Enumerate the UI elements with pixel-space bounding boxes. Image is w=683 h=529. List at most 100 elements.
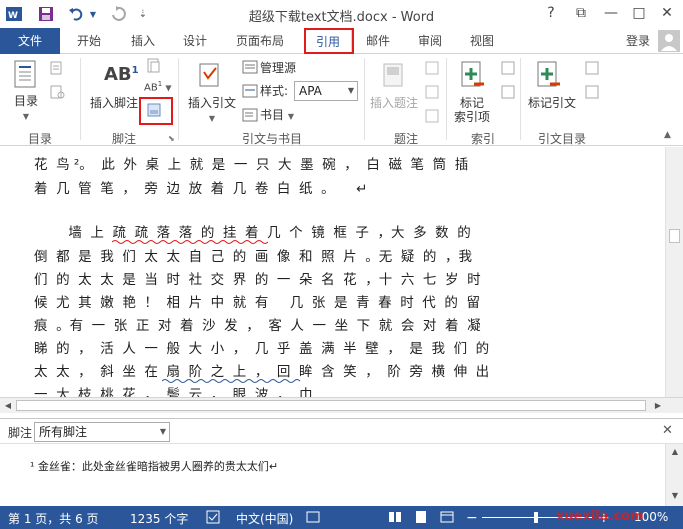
page-count[interactable]: 第 1 页，共 6 页 [8, 510, 99, 527]
help-button[interactable]: ? [538, 2, 564, 24]
update-figures-icon[interactable] [424, 84, 440, 103]
tab-insert[interactable]: 插入 [120, 28, 166, 54]
horizontal-scrollbar[interactable]: ◀ ▶ [0, 397, 683, 413]
tab-mailings[interactable]: 邮件 [358, 28, 398, 54]
add-text-icon[interactable] [50, 60, 66, 79]
collapse-ribbon-icon[interactable]: ▲ [664, 130, 671, 140]
avatar[interactable] [658, 30, 680, 52]
zoom-out-button[interactable]: − [466, 510, 478, 526]
next-footnote-icon[interactable]: AB1 ▼ [144, 80, 172, 93]
scrollbar-thumb[interactable] [16, 400, 646, 411]
captions-group-label: 题注 [393, 132, 418, 146]
scroll-up-icon[interactable]: ▲ [669, 444, 681, 460]
status-bar: 第 1 页，共 6 页 1235 个字 中文(中国) − + 100% xuex… [0, 506, 683, 529]
doc-line: 太 太 ， 斜 坐 在 扇 阶 之 上 ， 回 眸 含 笑 ， 阶 旁 横 伸 … [34, 364, 490, 380]
insert-table-of-figures-icon[interactable] [424, 60, 440, 79]
insert-index-icon[interactable] [500, 60, 516, 79]
doc-line: 睇 的 ， 活 人 一 般 大 小 ， 几 乎 盖 满 半 壁 ， 是 我 们 … [34, 341, 490, 357]
dialog-launcher-icon[interactable]: ⬊ [168, 134, 175, 143]
macro-record-icon[interactable] [306, 510, 320, 527]
mark-citation-button[interactable]: 标记引文 [524, 96, 580, 110]
watermark-text: xuexila.com [556, 509, 644, 524]
index-group-label: 索引 [470, 132, 495, 146]
ribbon-separator [446, 58, 447, 140]
bibliography-button[interactable]: 书目 ▼ [260, 108, 294, 124]
footnote-pane-label: 脚注 [8, 426, 33, 440]
toa-group-label: 引文目录 [537, 132, 586, 146]
insert-footnote-button[interactable]: 插入脚注 [88, 96, 140, 110]
tab-view[interactable]: 视图 [462, 28, 502, 54]
spellcheck-underline [112, 240, 269, 244]
mark-entry-button[interactable]: 标记 索引项 [448, 96, 496, 124]
doc-line: 墙 上 疏 疏 落 落 的 挂 着 几 个 镜 框 子 ，大 多 数 的 [34, 225, 471, 241]
update-table-icon[interactable] [50, 84, 66, 103]
toc-button-label: 目录 [13, 94, 38, 108]
bibliography-label: 书目 [260, 108, 285, 122]
insert-footnote-icon: AB1 [104, 64, 139, 85]
manage-sources-button[interactable]: 管理源 [260, 61, 296, 75]
ribbon-tab-bar: 文件 开始 插入 设计 页面布局 引用 邮件 审阅 视图 登录 [0, 28, 683, 54]
close-button[interactable]: ✕ [654, 2, 680, 24]
chevron-down-icon: ▼ [159, 427, 166, 436]
insert-citation-button[interactable]: 插入引文 ▼ [186, 96, 238, 126]
zoom-slider-thumb[interactable] [534, 512, 538, 523]
proofing-icon[interactable] [206, 510, 220, 527]
citation-style-value: APA [299, 84, 322, 98]
footnote-pane-header: 脚注 所有脚注 ▼ ✕ [0, 418, 683, 444]
document-canvas[interactable]: 花 鸟 ²。 此 外 桌 上 就 是 一 只 大 墨 碗 ， 白 磁 笔 筒 插… [0, 147, 665, 397]
ribbon-display-options-button[interactable]: ⧉ [568, 2, 594, 24]
tab-review[interactable]: 审阅 [410, 28, 450, 54]
insert-endnote-icon[interactable] [146, 58, 162, 77]
ribbon-separator [364, 58, 365, 140]
footnotes-group-label: 脚注 [111, 132, 136, 146]
insert-citation-icon [198, 62, 222, 93]
doc-line: 花 鸟 ²。 此 外 桌 上 就 是 一 只 大 墨 碗 ， 白 磁 笔 筒 插 [34, 157, 469, 173]
vertical-scrollbar[interactable] [665, 147, 683, 397]
close-footnote-pane-button[interactable]: ✕ [662, 423, 673, 438]
chevron-down-icon: ▼ [287, 112, 294, 121]
minimize-button[interactable]: — [598, 2, 624, 24]
doc-line: 着 几 管 笔 ， 旁 边 放 着 几 卷 白 纸 。 ↵ [34, 181, 368, 197]
web-layout-icon[interactable] [440, 510, 454, 527]
chevron-down-icon: ▼ [22, 112, 30, 121]
chevron-down-icon: ▼ [347, 86, 354, 95]
read-mode-icon[interactable] [388, 510, 402, 527]
footnote-filter-select[interactable]: 所有脚注 ▼ [34, 422, 170, 442]
signin-link[interactable]: 登录 [618, 28, 658, 54]
bibliography-icon [242, 108, 258, 125]
scroll-right-icon[interactable]: ▶ [652, 398, 664, 414]
word-count[interactable]: 1235 个字 [130, 510, 188, 527]
language-status[interactable]: 中文(中国) [236, 510, 293, 527]
insert-caption-button[interactable]: 插入题注 [368, 96, 420, 110]
scroll-left-icon[interactable]: ◀ [2, 398, 14, 414]
cross-reference-icon[interactable] [424, 108, 440, 127]
scroll-down-icon[interactable]: ▼ [669, 488, 681, 504]
citation-style-select[interactable]: APA ▼ [294, 81, 358, 101]
grammar-underline [162, 379, 301, 383]
doc-line: 们 的 太 太 是 当 时 社 交 界 的 一 朵 名 花 ，十 六 七 岁 时 [34, 272, 481, 288]
footnote-body[interactable]: ¹ 金丝雀：此处金丝雀暗指被男人圈养的贵太太们↵ [0, 444, 665, 506]
tab-file[interactable]: 文件 [0, 28, 60, 54]
tab-home[interactable]: 开始 [66, 28, 112, 54]
restore-button[interactable]: □ [626, 2, 652, 24]
footnote-scrollbar[interactable]: ▲ ▼ [665, 444, 683, 506]
tab-design[interactable]: 设计 [172, 28, 218, 54]
ribbon-separator [520, 58, 521, 140]
doc-line: 候 尤 其 嫩 艳 ！ 相 片 中 就 有 几 张 是 青 春 时 代 的 留 [34, 295, 480, 311]
insert-toa-icon[interactable] [584, 60, 600, 79]
update-toa-icon[interactable] [584, 84, 600, 103]
mark-entry-icon [460, 60, 486, 93]
ribbon: 目录 ▼ 目录 AB1 插入脚注 AB1 ▼ 脚注 ⬊ 插入引文 ▼ 管理源 样式:… [0, 54, 683, 146]
toc-group-label: 目录 [27, 132, 52, 146]
style-icon [242, 84, 258, 101]
mark-citation-icon [536, 60, 562, 93]
ribbon-separator [178, 58, 179, 140]
insert-caption-icon [382, 62, 406, 93]
mark-entry-label-line1: 标记 [459, 96, 484, 110]
update-index-icon[interactable] [500, 84, 516, 103]
toc-button[interactable]: 目录 ▼ [8, 94, 44, 124]
print-layout-icon[interactable] [414, 510, 428, 527]
scrollbar-thumb[interactable] [669, 229, 680, 243]
tab-page-layout[interactable]: 页面布局 [228, 28, 292, 54]
insert-citation-label: 插入引文 [187, 96, 236, 110]
